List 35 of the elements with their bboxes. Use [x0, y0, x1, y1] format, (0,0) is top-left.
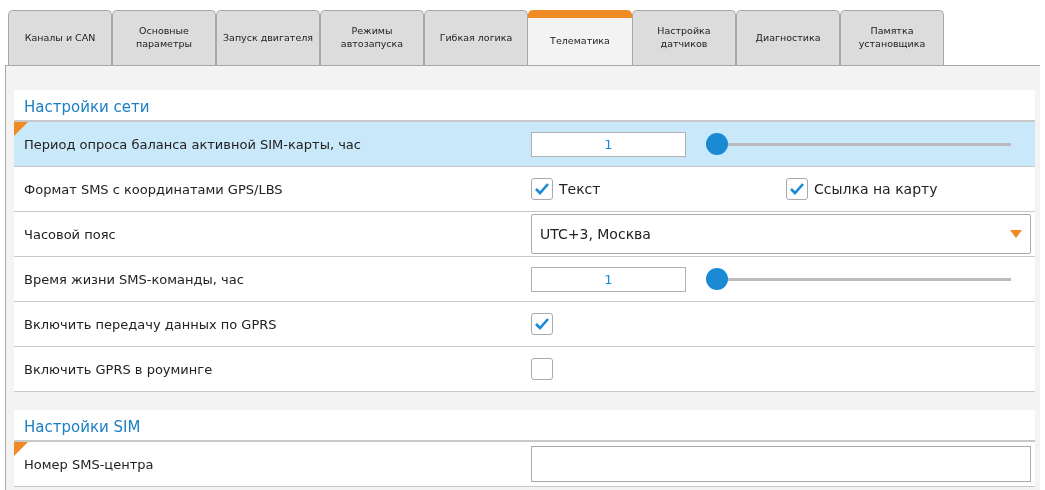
tab[interactable]: Основные параметры [112, 10, 216, 65]
checkbox-label[interactable]: Ссылка на карту [814, 181, 938, 197]
input-field[interactable] [531, 446, 1031, 482]
number-field[interactable]: 1 [531, 266, 686, 292]
tab[interactable]: Настройка датчиков [632, 10, 736, 65]
setting-label: Включить GPRS в роуминге [23, 361, 214, 377]
tab[interactable]: Каналы и CAN [8, 10, 112, 65]
checkbox[interactable] [786, 178, 808, 200]
tab[interactable]: Гибкая логика [424, 10, 528, 65]
caret-icon [1010, 230, 1022, 238]
slider-thumb[interactable] [706, 268, 728, 290]
settings-row[interactable]: Период опроса баланса активной SIM-карты, час 1 [14, 122, 1035, 167]
checkbox-label[interactable]: Текст [559, 181, 601, 197]
setting-label: Период опроса баланса активной SIM-карты, час [23, 136, 362, 152]
tab[interactable]: Телематика [528, 10, 632, 65]
settings-row[interactable]: Номер SMS-центра [14, 442, 1035, 487]
setting-label: Включить передачу данных по GPRS [23, 316, 278, 332]
check-icon [534, 316, 550, 332]
check-icon [789, 181, 805, 197]
setting-label: Часовой пояс [23, 226, 117, 242]
tab[interactable]: Запуск двигателя [216, 10, 320, 65]
tab[interactable]: Диагностика [736, 10, 840, 65]
slider-thumb[interactable] [706, 133, 728, 155]
tab[interactable]: Режимы автозапуска [320, 10, 424, 65]
setting-label: Номер SMS-центра [23, 456, 155, 472]
checkbox[interactable] [531, 358, 553, 380]
checkbox[interactable] [531, 313, 553, 335]
setting-label: Время жизни SMS-команды, час [23, 271, 245, 287]
settings-row[interactable]: Часовой пояс UTC+3, Москва [14, 212, 1035, 257]
tab[interactable]: Памятка установщика [840, 10, 944, 65]
checkbox[interactable] [531, 178, 553, 200]
check-icon [534, 181, 550, 197]
number-field[interactable]: 1 [531, 131, 686, 157]
setting-label: Формат SMS с координатами GPS/LBS [23, 181, 284, 197]
timezone-dropdown[interactable]: UTC+3, Москва [531, 214, 1031, 254]
